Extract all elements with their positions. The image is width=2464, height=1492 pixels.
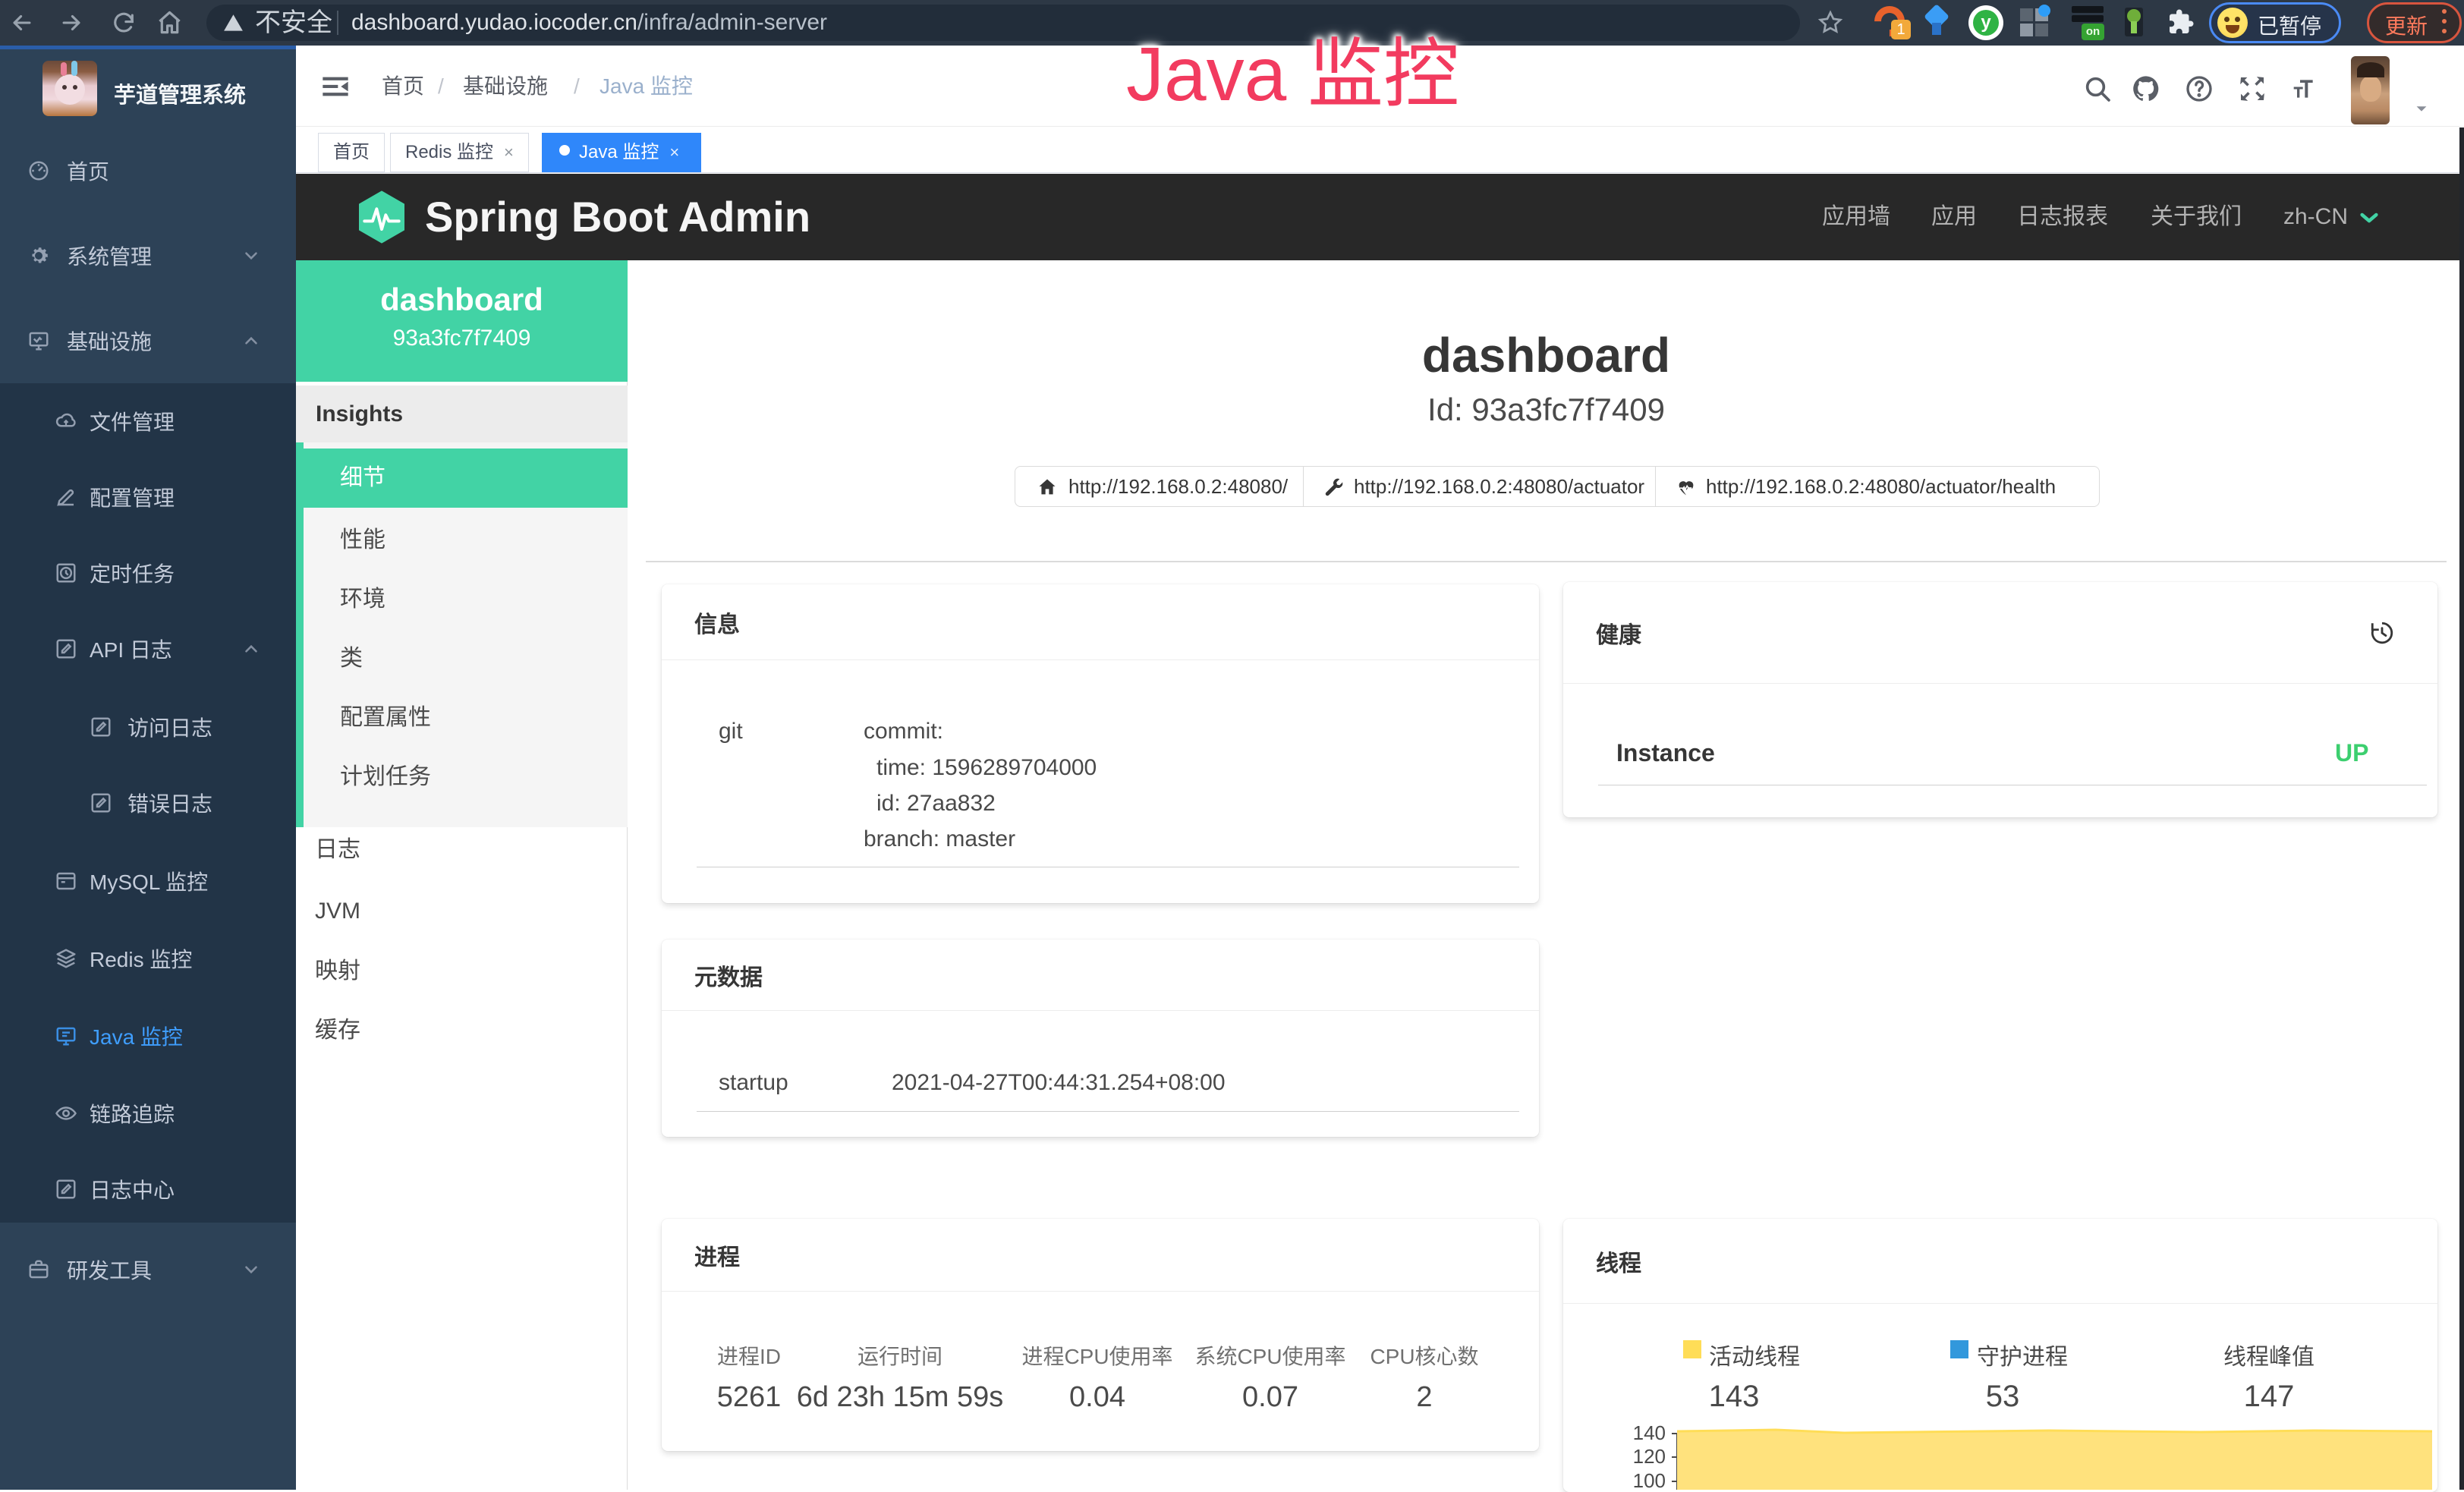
svg-text:100: 100 (1633, 1469, 1666, 1490)
svg-text:120: 120 (1633, 1445, 1666, 1468)
svg-text:140: 140 (1633, 1421, 1666, 1444)
